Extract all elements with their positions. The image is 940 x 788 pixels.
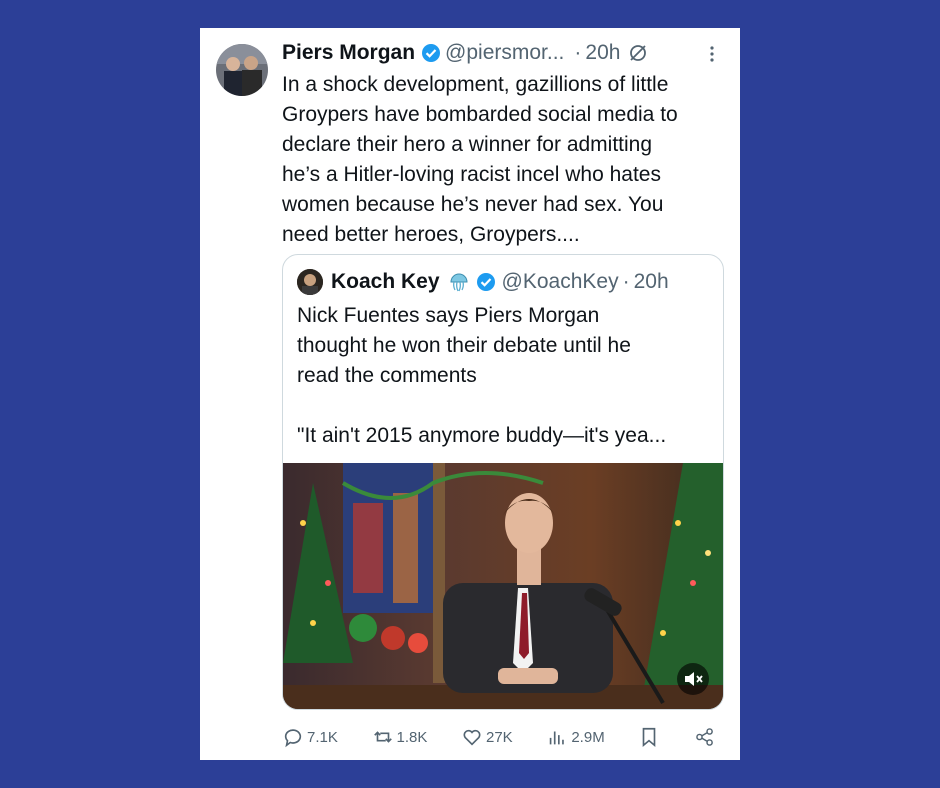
quote-avatar[interactable]: [297, 269, 323, 295]
views-button[interactable]: 2.9M: [546, 726, 605, 748]
author-handle[interactable]: @piersmor...: [445, 41, 564, 65]
like-icon: [463, 729, 481, 746]
post-time[interactable]: 20h: [585, 41, 620, 65]
view-count: 2.9M: [571, 728, 605, 746]
author-avatar[interactable]: [216, 44, 268, 96]
author-name[interactable]: Piers Morgan: [282, 41, 415, 65]
like-count: 27K: [486, 728, 513, 746]
separator-dot: ·: [574, 41, 582, 64]
repost-icon: [373, 731, 392, 743]
grok-icon[interactable]: [628, 43, 648, 63]
verified-badge-icon: [422, 44, 441, 62]
views-icon: [550, 731, 565, 745]
repost-count: 1.8K: [396, 728, 428, 746]
reply-count: 7.1K: [307, 728, 338, 746]
tweet-card[interactable]: Piers Morgan @piersmor... · 20h In a sho…: [200, 28, 740, 760]
verified-badge-icon: [476, 273, 495, 291]
quote-author-handle[interactable]: @KoachKey: [502, 270, 619, 294]
tweet-text: In a shock development, gazillions of li…: [282, 73, 678, 246]
bookmark-button[interactable]: [638, 726, 660, 748]
quote-text: Nick Fuentes says Piers Morgan thought h…: [297, 304, 667, 447]
mute-icon[interactable]: [677, 663, 709, 695]
quote-time[interactable]: 20h: [634, 270, 669, 294]
action-bar: 7.1K 1.8K 27K 2.9M: [282, 722, 716, 752]
quoted-tweet[interactable]: Koach Key @KoachKey · 20h Nick Fuentes s…: [282, 254, 724, 710]
share-button[interactable]: [694, 726, 716, 748]
video-thumbnail: [283, 463, 723, 709]
bookmark-icon: [643, 727, 656, 748]
tweet-header: Piers Morgan @piersmor... · 20h: [282, 38, 722, 68]
video-player[interactable]: [283, 463, 723, 709]
like-button[interactable]: 27K: [461, 726, 513, 748]
repost-button[interactable]: 1.8K: [372, 726, 428, 748]
more-icon[interactable]: [702, 44, 722, 64]
reply-button[interactable]: 7.1K: [282, 726, 338, 748]
separator-dot: ·: [622, 270, 630, 293]
quote-author-name[interactable]: Koach Key: [331, 270, 440, 294]
reply-icon: [284, 729, 302, 748]
quote-header: Koach Key @KoachKey · 20h: [297, 267, 669, 297]
jellyfish-icon: [450, 273, 468, 292]
share-icon: [696, 728, 713, 746]
